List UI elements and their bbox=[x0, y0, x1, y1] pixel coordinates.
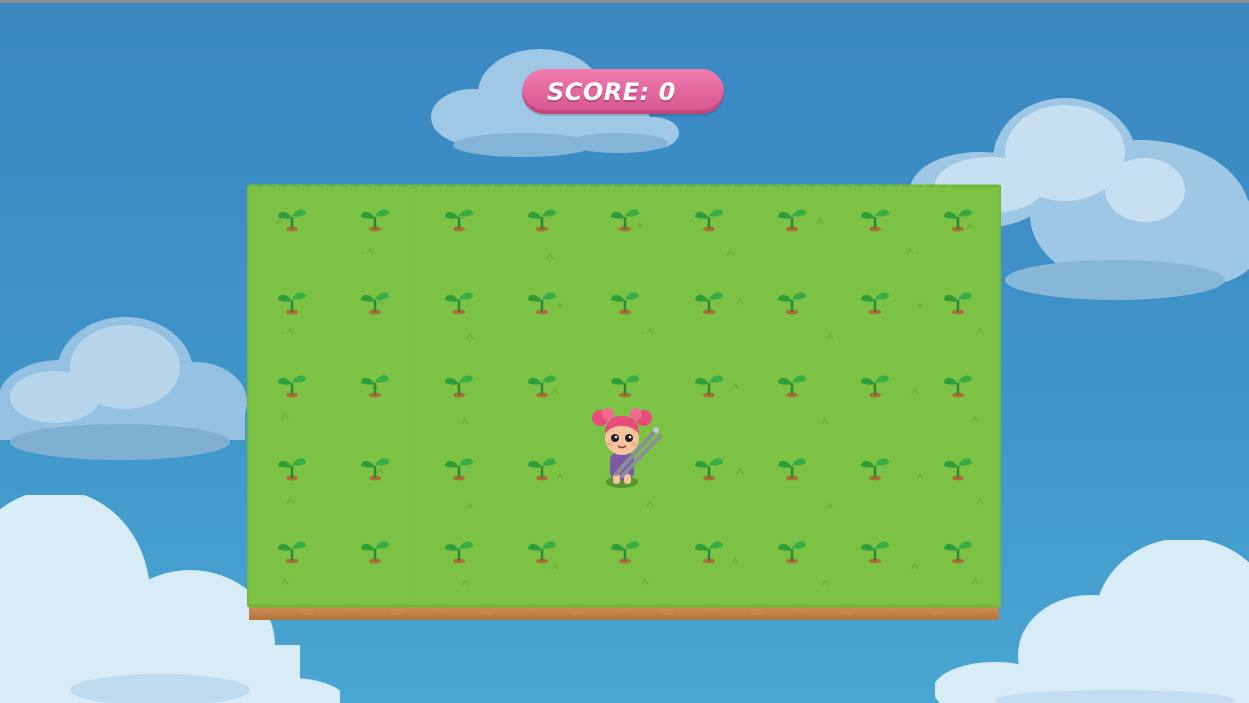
sprout-icon[interactable] bbox=[608, 288, 642, 316]
sprout-icon[interactable] bbox=[941, 371, 975, 399]
sprout-icon[interactable] bbox=[858, 288, 892, 316]
sprout-icon[interactable] bbox=[442, 537, 476, 565]
window-top-border bbox=[0, 0, 1249, 3]
sprout-icon[interactable] bbox=[858, 371, 892, 399]
sprout-icon[interactable] bbox=[692, 288, 726, 316]
sprout-icon[interactable] bbox=[442, 205, 476, 233]
sprout-icon[interactable] bbox=[358, 537, 392, 565]
sprout-icon[interactable] bbox=[858, 454, 892, 482]
sprout-icon[interactable] bbox=[775, 537, 809, 565]
sprout-icon[interactable] bbox=[358, 205, 392, 233]
sprout-icon[interactable] bbox=[692, 371, 726, 399]
score-label: SCORE: 0 bbox=[547, 77, 676, 106]
sprout-icon[interactable] bbox=[442, 454, 476, 482]
sprout-icon[interactable] bbox=[608, 537, 642, 565]
sprout-icon[interactable] bbox=[941, 537, 975, 565]
sprout-icon[interactable] bbox=[275, 454, 309, 482]
sprout-icon[interactable] bbox=[525, 205, 559, 233]
sprout-icon[interactable] bbox=[275, 288, 309, 316]
sprout-icon[interactable] bbox=[692, 205, 726, 233]
sprout-icon[interactable] bbox=[775, 371, 809, 399]
sprout-icon[interactable] bbox=[941, 288, 975, 316]
sprout-icon[interactable] bbox=[692, 454, 726, 482]
sprout-icon[interactable] bbox=[941, 205, 975, 233]
sprout-icon[interactable] bbox=[941, 454, 975, 482]
sprout-icon[interactable] bbox=[275, 205, 309, 233]
sprout-icon[interactable] bbox=[358, 288, 392, 316]
girl-with-shears-icon[interactable] bbox=[586, 402, 666, 492]
sprout-icon[interactable] bbox=[858, 537, 892, 565]
sprout-icon[interactable] bbox=[525, 288, 559, 316]
sprout-icon[interactable] bbox=[358, 371, 392, 399]
sprout-icon[interactable] bbox=[442, 371, 476, 399]
sprout-icon[interactable] bbox=[275, 537, 309, 565]
sprout-icon[interactable] bbox=[275, 371, 309, 399]
sprout-icon[interactable] bbox=[608, 371, 642, 399]
sprout-icon[interactable] bbox=[775, 288, 809, 316]
sprout-icon[interactable] bbox=[775, 205, 809, 233]
sprout-icon[interactable] bbox=[442, 288, 476, 316]
sprout-icon[interactable] bbox=[775, 454, 809, 482]
sprout-icon[interactable] bbox=[525, 371, 559, 399]
cloud-left-middle bbox=[0, 317, 247, 460]
sprout-icon[interactable] bbox=[858, 205, 892, 233]
sprout-icon[interactable] bbox=[692, 537, 726, 565]
sprout-icon[interactable] bbox=[608, 205, 642, 233]
sprout-icon[interactable] bbox=[525, 537, 559, 565]
sprout-icon[interactable] bbox=[358, 454, 392, 482]
score-display: SCORE: 0 bbox=[522, 69, 724, 114]
sprout-icon[interactable] bbox=[525, 454, 559, 482]
